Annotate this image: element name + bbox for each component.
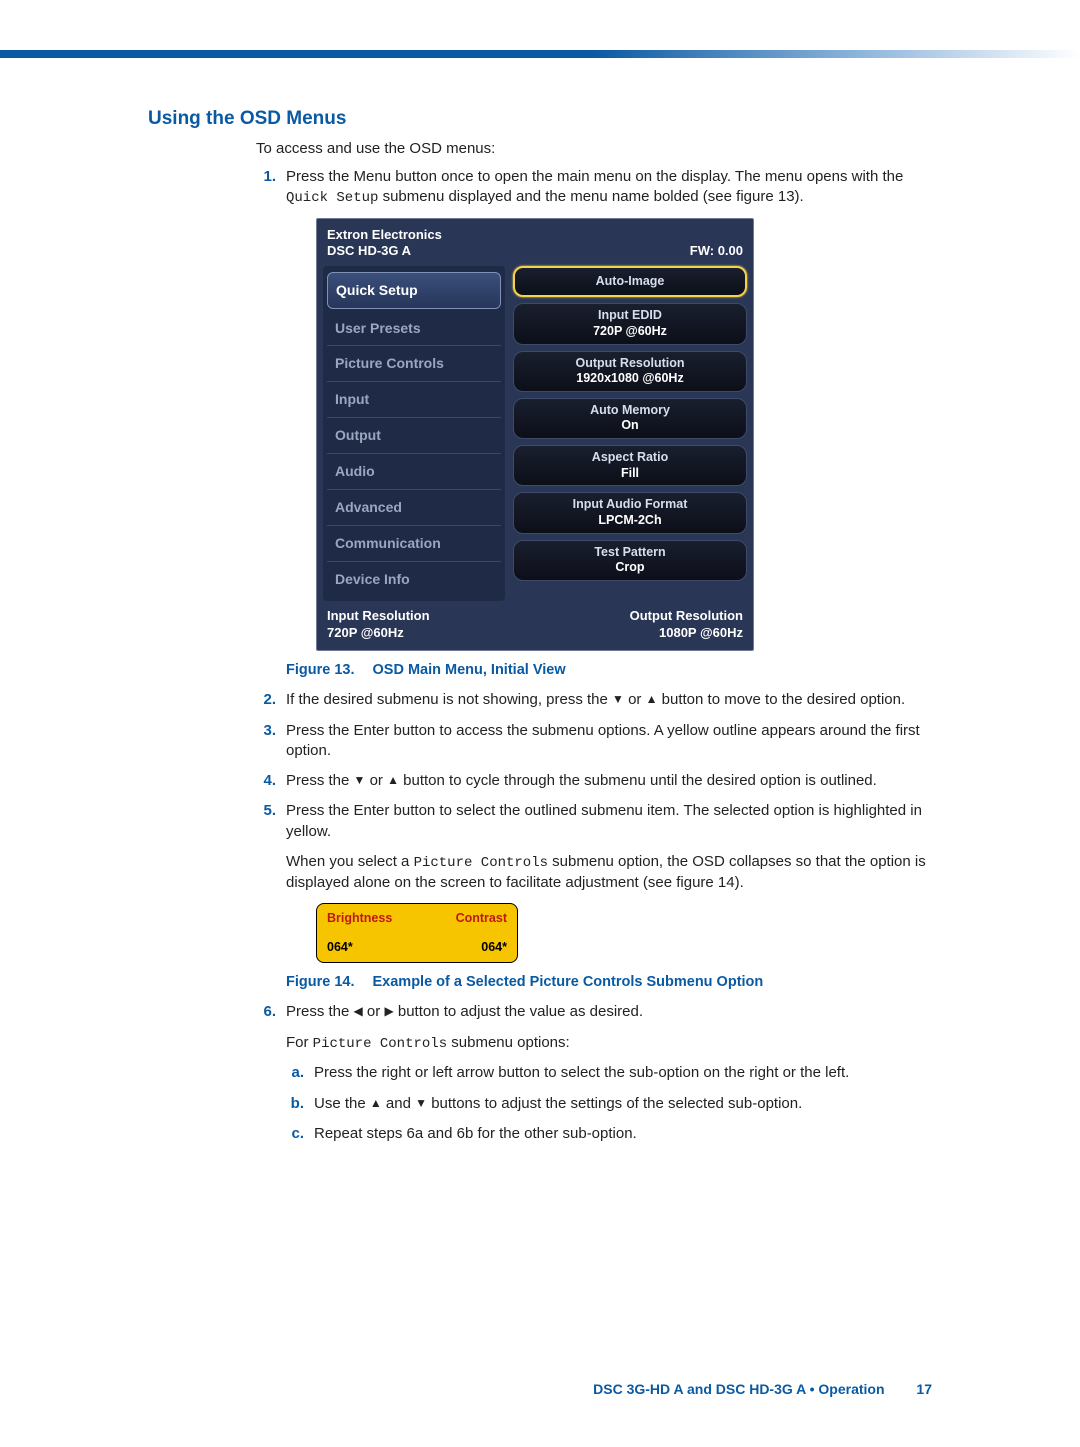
osd-menu-input: Input [327, 382, 501, 418]
down-arrow-icon: ▼ [354, 773, 366, 787]
osd-menu-device-info: Device Info [327, 562, 501, 597]
osd-menu-audio: Audio [327, 454, 501, 490]
pc-contrast-label: Contrast [456, 910, 507, 927]
step-6-text: Press the ◀ or ▶ button to adjust the va… [286, 1002, 932, 1022]
step-6-note: For Picture Controls submenu options: [286, 1033, 932, 1054]
section-heading: Using the OSD Menus [148, 108, 932, 130]
step-3: 3. Press the Enter button to access the … [256, 721, 932, 762]
osd-menu-user-presets: User Presets [327, 311, 501, 347]
steps-list: 1. Press the Menu button once to open th… [256, 167, 932, 1154]
osd-option-test-pattern: Test PatternCrop [513, 540, 747, 581]
picture-controls-example: Brightness Contrast 064* 064* [316, 903, 518, 963]
osd-brand: Extron Electronics [327, 227, 442, 242]
osd-input-res-label: Input Resolution [327, 607, 430, 625]
up-arrow-icon: ▲ [370, 1096, 382, 1110]
step-1: 1. Press the Menu button once to open th… [256, 167, 932, 680]
up-arrow-icon: ▲ [646, 692, 658, 706]
step-2: 2. If the desired submenu is not showing… [256, 690, 932, 710]
step-5-text: Press the Enter button to select the out… [286, 801, 932, 842]
intro-text: To access and use the OSD menus: [256, 140, 932, 157]
substep-b: b. Use the ▲ and ▼ buttons to adjust the… [286, 1094, 932, 1114]
osd-option-auto-memory: Auto MemoryOn [513, 398, 747, 439]
osd-sidebar: Quick Setup User Presets Picture Control… [323, 266, 505, 601]
osd-option-input-edid: Input EDID720P @60Hz [513, 303, 747, 344]
osd-output-res-label: Output Resolution [630, 607, 743, 625]
step-marker: 6. [256, 1002, 276, 1154]
pc-contrast-value: 064* [481, 939, 507, 956]
down-arrow-icon: ▼ [415, 1096, 427, 1110]
down-arrow-icon: ▼ [612, 692, 624, 706]
step-4: 4. Press the ▼ or ▲ button to cycle thro… [256, 771, 932, 791]
osd-option-input-audio-format: Input Audio FormatLPCM-2Ch [513, 492, 747, 533]
pc-brightness-value: 064* [327, 939, 353, 956]
osd-menu-advanced: Advanced [327, 490, 501, 526]
step-marker: 2. [256, 690, 276, 710]
osd-menu-picture-controls: Picture Controls [327, 346, 501, 382]
osd-model: DSC HD-3G A [327, 243, 411, 258]
step-marker: 5. [256, 801, 276, 992]
step-2-text: If the desired submenu is not showing, p… [286, 690, 932, 710]
osd-menu-quick-setup: Quick Setup [327, 272, 501, 309]
figure-13-caption: Figure 13.OSD Main Menu, Initial View [286, 661, 932, 681]
page-top-rule [0, 50, 1080, 58]
page-number: 17 [916, 1381, 932, 1397]
osd-menu-output: Output [327, 418, 501, 454]
osd-output-res-value: 1080P @60Hz [630, 624, 743, 642]
figure-14-caption: Figure 14.Example of a Selected Picture … [286, 973, 932, 993]
page-footer: DSC 3G-HD A and DSC HD-3G A • Operation … [593, 1381, 932, 1397]
pc-brightness-label: Brightness [327, 910, 392, 927]
osd-screenshot: Extron Electronics DSC HD-3G A FW: 0.00 … [316, 218, 754, 651]
footer-text: DSC 3G-HD A and DSC HD-3G A • Operation [593, 1381, 884, 1397]
osd-option-output-resolution: Output Resolution1920x1080 @60Hz [513, 351, 747, 392]
left-arrow-icon: ◀ [354, 1004, 363, 1018]
step-1-text: Press the Menu button once to open the m… [286, 167, 932, 208]
step-5-note: When you select a Picture Controls subme… [286, 852, 932, 893]
osd-firmware: FW: 0.00 [690, 242, 743, 260]
osd-option-auto-image: Auto-Image [513, 266, 747, 298]
step-3-text: Press the Enter button to access the sub… [286, 721, 932, 762]
osd-input-res-value: 720P @60Hz [327, 624, 430, 642]
osd-option-aspect-ratio: Aspect RatioFill [513, 445, 747, 486]
step-marker: 4. [256, 771, 276, 791]
substep-c: c.Repeat steps 6a and 6b for the other s… [286, 1124, 932, 1144]
step-marker: 3. [256, 721, 276, 762]
step-6: 6. Press the ◀ or ▶ button to adjust the… [256, 1002, 932, 1154]
osd-menu-communication: Communication [327, 526, 501, 562]
step-5: 5. Press the Enter button to select the … [256, 801, 932, 992]
osd-options: Auto-Image Input EDID720P @60Hz Output R… [513, 266, 747, 601]
right-arrow-icon: ▶ [384, 1004, 393, 1018]
substep-a: a.Press the right or left arrow button t… [286, 1063, 932, 1083]
substeps-list: a.Press the right or left arrow button t… [286, 1063, 932, 1144]
up-arrow-icon: ▲ [387, 773, 399, 787]
step-4-text: Press the ▼ or ▲ button to cycle through… [286, 771, 932, 791]
step-marker: 1. [256, 167, 276, 680]
page-content: Using the OSD Menus To access and use th… [0, 58, 1080, 1154]
